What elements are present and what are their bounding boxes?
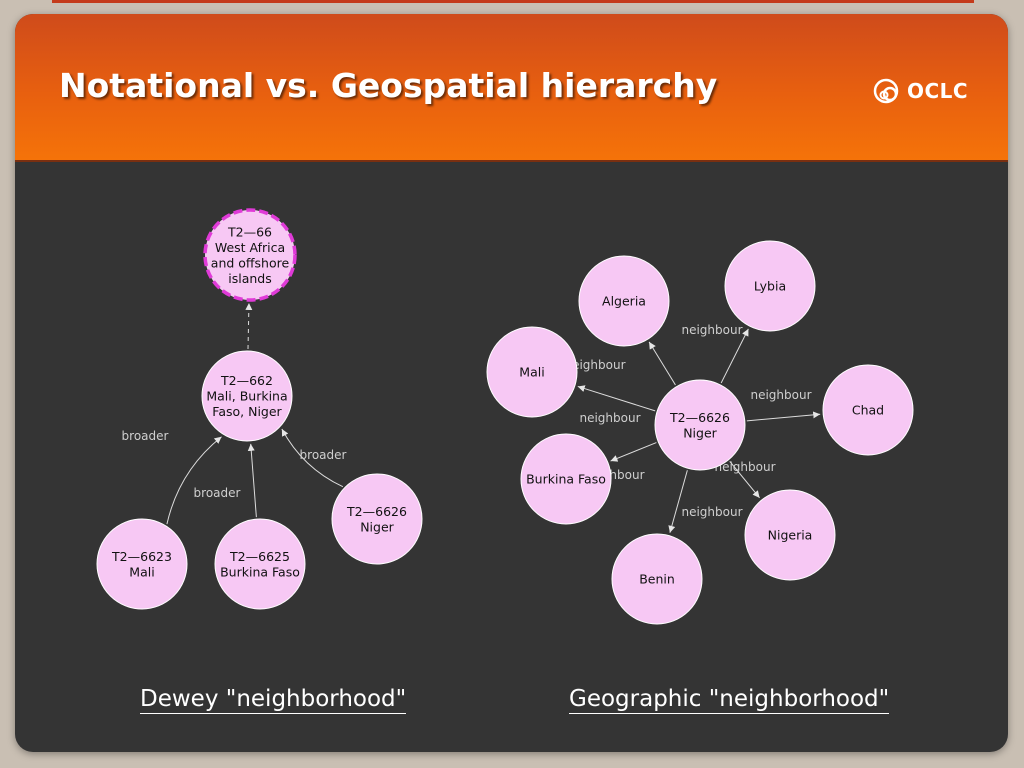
dewey-edge-t2-6623-to-t2-662 [166,436,222,525]
dewey-node-t2-6623: T2—6623Mali [96,518,188,610]
dewey-node-west-africa-line-3: islands [228,271,272,286]
dewey-edge-t2-662-to-west-africa [245,302,253,350]
geo-node-mali-line-0: Mali [519,365,544,380]
dewey-node-t2-662-line-1: Mali, Burkina [206,389,287,404]
slide: Notational vs. Geospatial hierarchy OCLC… [15,14,1008,752]
geo-node-niger: T2—6626Niger [654,379,746,471]
geographic-caption: Geographic "neighborhood" [569,686,890,714]
geo-edge-niger-to-mali [577,385,656,412]
top-accent-bar [52,0,974,3]
geo-node-chad: Chad [822,364,914,456]
dewey-caption: Dewey "neighborhood" [140,686,407,714]
geo-node-niger-line-1: Niger [683,425,717,440]
geo-node-mali: Mali [486,326,578,418]
dewey-edge-label-t2-6623-to-t2-662: broader [122,429,169,443]
geo-node-nigeria-line-0: Nigeria [768,528,813,543]
dewey-node-t2-662: T2—662Mali, BurkinaFaso, Niger [201,350,293,442]
geo-node-benin-line-0: Benin [639,572,675,587]
dewey-node-t2-6625-line-0: T2—6625 [229,549,290,564]
dewey-node-t2-6626-line-1: Niger [360,519,394,534]
dewey-node-t2-662-line-0: T2—662 [220,373,273,388]
geo-node-benin: Benin [611,533,703,625]
geo-node-algeria: Algeria [578,255,670,347]
dewey-node-west-africa-line-2: and offshore [211,255,290,270]
geo-edge-niger-to-benin [668,470,688,533]
dewey-node-t2-6625: T2—6625Burkina Faso [214,518,306,610]
dewey-node-west-africa-line-1: West Africa [215,240,285,255]
geo-edge-label-niger-to-chad: neighbour [579,411,640,425]
dewey-edge-label-t2-6625-to-t2-662: broader [194,486,241,500]
geo-edge-niger-to-algeria [648,341,676,386]
geo-edge-niger-to-chad [746,411,821,422]
dewey-edge-t2-6625-to-t2-662 [247,443,257,518]
geo-edge-niger-to-burkina-faso [610,442,657,462]
dewey-node-t2-6625-line-1: Burkina Faso [220,564,300,579]
geo-node-burkina-faso-line-0: Burkina Faso [526,472,606,487]
geo-node-lybia: Lybia [724,240,816,332]
dewey-node-t2-6623-line-1: Mali [129,564,154,579]
dewey-node-t2-662-line-2: Faso, Niger [212,404,282,419]
diagram-canvas: broader broader broader neighbour neighbour n… [96,208,914,625]
geo-edge-label-niger-to-mali: neighbour [750,388,811,402]
geo-node-niger-line-0: T2—6626 [669,410,730,425]
geo-node-algeria-line-0: Algeria [602,294,646,309]
dewey-node-west-africa: T2—66West Africaand offshoreislands [203,208,297,302]
dewey-node-t2-6623-line-0: T2—6623 [111,549,172,564]
geo-node-chad-line-0: Chad [852,403,884,418]
geo-node-lybia-line-0: Lybia [754,279,786,294]
dewey-node-t2-6626-line-0: T2—6626 [346,504,407,519]
geo-edge-label-niger-to-benin: neighbour [681,505,742,519]
geo-node-nigeria: Nigeria [744,489,836,581]
dewey-node-west-africa-line-0: T2—66 [227,224,272,239]
geo-node-burkina-faso: Burkina Faso [520,433,612,525]
dewey-edge-label-t2-6626-to-t2-662: broader [300,448,347,462]
dewey-node-t2-6626: T2—6626Niger [331,473,423,565]
geo-edge-label-niger-to-algeria: neighbour [681,323,742,337]
